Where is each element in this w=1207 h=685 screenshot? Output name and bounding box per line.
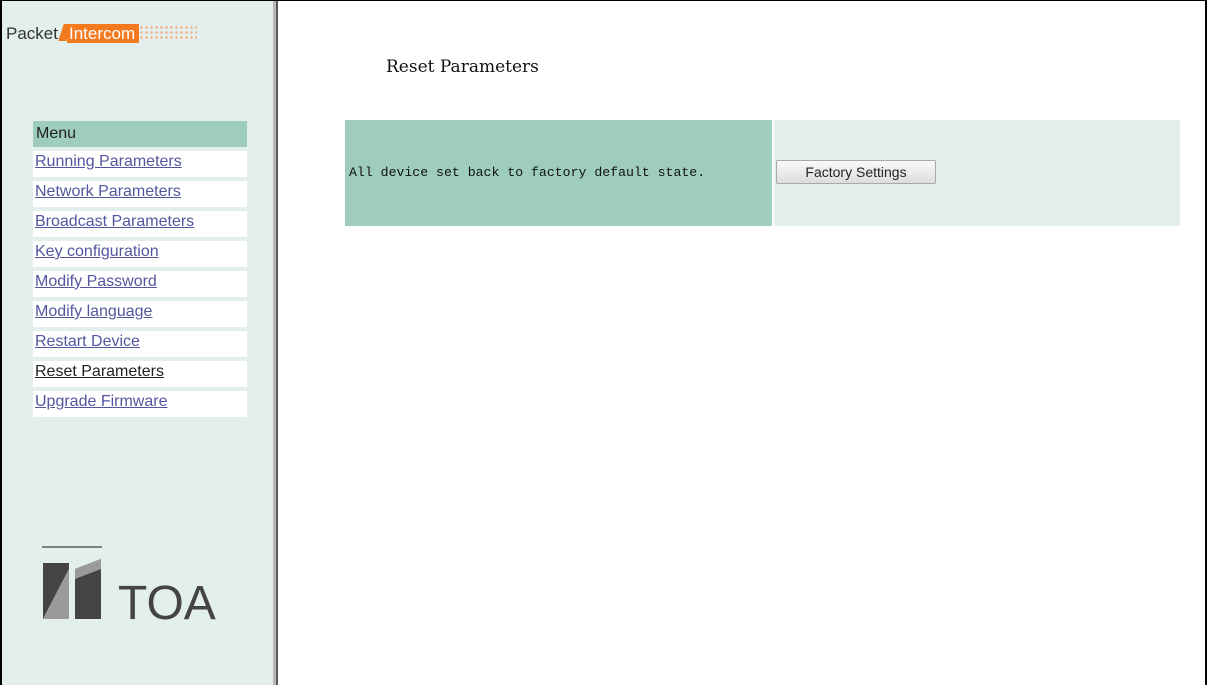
factory-settings-button[interactable]: Factory Settings: [776, 160, 936, 184]
sidebar-divider-line: [276, 1, 278, 685]
sidebar-link-broadcast-parameters[interactable]: Broadcast Parameters: [35, 213, 194, 230]
brand-logo: Packet Intercom: [6, 24, 198, 46]
sidebar-item-reset-parameters: Reset Parameters: [33, 361, 247, 387]
sidebar-item-network-parameters: Network Parameters: [33, 181, 247, 207]
sidebar-menu: Menu Running Parameters Network Paramete…: [33, 121, 247, 421]
menu-header: Menu: [33, 121, 247, 147]
sidebar-link-modify-password[interactable]: Modify Password: [35, 273, 157, 290]
sidebar-link-network-parameters[interactable]: Network Parameters: [35, 183, 181, 200]
sidebar-item-running-parameters: Running Parameters: [33, 151, 247, 177]
sidebar-item-upgrade-firmware: Upgrade Firmware: [33, 391, 247, 417]
sidebar-item-restart-device: Restart Device: [33, 331, 247, 357]
sidebar-item-broadcast-parameters: Broadcast Parameters: [33, 211, 247, 237]
brand-dots-icon: [139, 25, 198, 41]
brand-text-packet: Packet: [6, 24, 58, 43]
reset-description: All device set back to factory default s…: [349, 165, 706, 180]
sidebar-link-restart-device[interactable]: Restart Device: [35, 333, 140, 350]
toa-logo-icon: TOA: [42, 546, 216, 625]
panel-cell-separator: [772, 120, 774, 226]
sidebar-link-upgrade-firmware[interactable]: Upgrade Firmware: [35, 393, 167, 410]
toa-logo-text: TOA: [118, 577, 216, 625]
sidebar-link-reset-parameters[interactable]: Reset Parameters: [35, 363, 164, 380]
reset-label-cell: All device set back to factory default s…: [345, 120, 772, 226]
sidebar-item-modify-language: Modify language: [33, 301, 247, 327]
sidebar-link-modify-language[interactable]: Modify language: [35, 303, 152, 320]
sidebar-item-modify-password: Modify Password: [33, 271, 247, 297]
page-title: Reset Parameters: [386, 57, 539, 77]
brand-text-intercom: Intercom: [66, 24, 140, 43]
sidebar-link-key-configuration[interactable]: Key configuration: [35, 243, 159, 260]
sidebar-link-running-parameters[interactable]: Running Parameters: [35, 153, 182, 170]
sidebar-item-key-configuration: Key configuration: [33, 241, 247, 267]
reset-panel: All device set back to factory default s…: [345, 120, 1180, 226]
